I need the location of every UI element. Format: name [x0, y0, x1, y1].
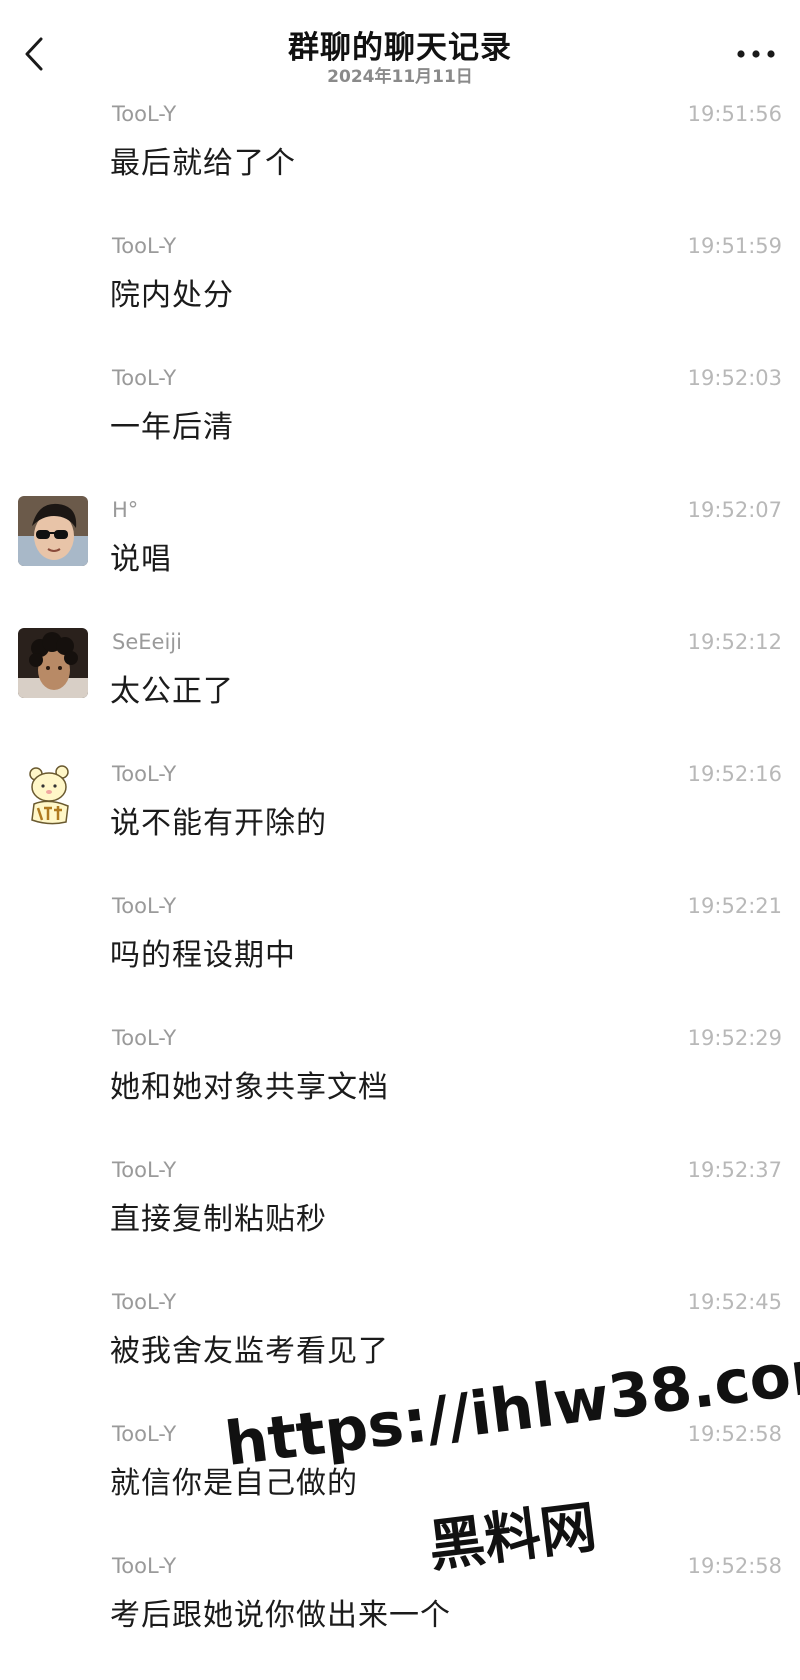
message-time: 19:52:45 [687, 1290, 782, 1314]
message-sender[interactable]: TooL-Y [112, 1026, 176, 1050]
message-time: 19:52:58 [687, 1422, 782, 1446]
message-time: 19:52:03 [687, 366, 782, 390]
message-item: TooL-Y 19:52:37 直接复制粘贴秒 [0, 1152, 800, 1284]
message-sender[interactable]: TooL-Y [112, 762, 176, 786]
message-sender[interactable]: TooL-Y [112, 102, 176, 126]
message-time: 19:52:37 [687, 1158, 782, 1182]
message-item: TooL-Y 19:52:21 吗的程设期中 [0, 888, 800, 1020]
message-text[interactable]: 最后就给了个 [110, 138, 296, 182]
message-item: TooL-Y 19:52:03 一年后清 [0, 360, 800, 492]
message-text[interactable]: 说不能有开除的 [110, 798, 327, 842]
message-item: TooL-Y 19:52:16 说不能有开除的 [0, 756, 800, 888]
message-sender[interactable]: TooL-Y [112, 234, 176, 258]
message-item: H° 19:52:07 说唱 [0, 492, 800, 624]
message-sender[interactable]: TooL-Y [112, 1158, 176, 1182]
header: 群聊的聊天记录 2024年11月11日 [0, 0, 800, 92]
more-dots-icon [737, 50, 775, 58]
message-item: TooL-Y 19:52:58 就信你是自己做的 [0, 1416, 800, 1548]
message-text[interactable]: 一年后清 [110, 402, 234, 446]
message-sender[interactable]: TooL-Y [112, 1290, 176, 1314]
avatar[interactable] [18, 628, 88, 698]
message-list: TooL-Y 19:51:56 最后就给了个 TooL-Y 19:51:59 院… [0, 96, 800, 1680]
message-text[interactable]: 就信你是自己做的 [110, 1458, 358, 1502]
sunglasses-person-avatar-icon [18, 496, 88, 566]
message-sender[interactable]: SeEeiji [112, 630, 182, 654]
page-title: 群聊的聊天记录 [288, 30, 512, 66]
page-subtitle-date: 2024年11月11日 [327, 67, 473, 87]
message-sender[interactable]: H° [112, 498, 138, 522]
message-text[interactable]: 直接复制粘贴秒 [110, 1194, 327, 1238]
message-item: TooL-Y 19:52:58 考后跟她说你做出来一个 [0, 1548, 800, 1680]
avatar[interactable] [18, 760, 88, 830]
message-time: 19:51:59 [687, 234, 782, 258]
more-options-button[interactable] [730, 36, 782, 72]
message-text[interactable]: 她和她对象共享文档 [110, 1062, 389, 1106]
message-text[interactable]: 考后跟她说你做出来一个 [110, 1590, 451, 1634]
message-sender[interactable]: TooL-Y [112, 1422, 176, 1446]
message-time: 19:52:21 [687, 894, 782, 918]
message-time: 19:51:56 [687, 102, 782, 126]
message-time: 19:52:16 [687, 762, 782, 786]
message-item: TooL-Y 19:52:45 被我舍友监考看见了 [0, 1284, 800, 1416]
message-text[interactable]: 说唱 [110, 534, 172, 578]
message-text[interactable]: 被我舍友监考看见了 [110, 1326, 389, 1370]
message-text[interactable]: 太公正了 [110, 666, 234, 710]
message-item: TooL-Y 19:51:56 最后就给了个 [0, 96, 800, 228]
message-item: TooL-Y 19:52:29 她和她对象共享文档 [0, 1020, 800, 1152]
message-sender[interactable]: TooL-Y [112, 366, 176, 390]
message-sender[interactable]: TooL-Y [112, 894, 176, 918]
message-item: TooL-Y 19:51:59 院内处分 [0, 228, 800, 360]
message-sender[interactable]: TooL-Y [112, 1554, 176, 1578]
message-text[interactable]: 院内处分 [110, 270, 234, 314]
curly-hair-person-avatar-icon [18, 628, 88, 698]
message-time: 19:52:29 [687, 1026, 782, 1050]
cartoon-bear-avatar-icon [18, 760, 88, 830]
avatar[interactable] [18, 496, 88, 566]
message-time: 19:52:07 [687, 498, 782, 522]
message-time: 19:52:12 [687, 630, 782, 654]
message-time: 19:52:58 [687, 1554, 782, 1578]
message-text[interactable]: 吗的程设期中 [110, 930, 296, 974]
message-item: SeEeiji 19:52:12 太公正了 [0, 624, 800, 756]
